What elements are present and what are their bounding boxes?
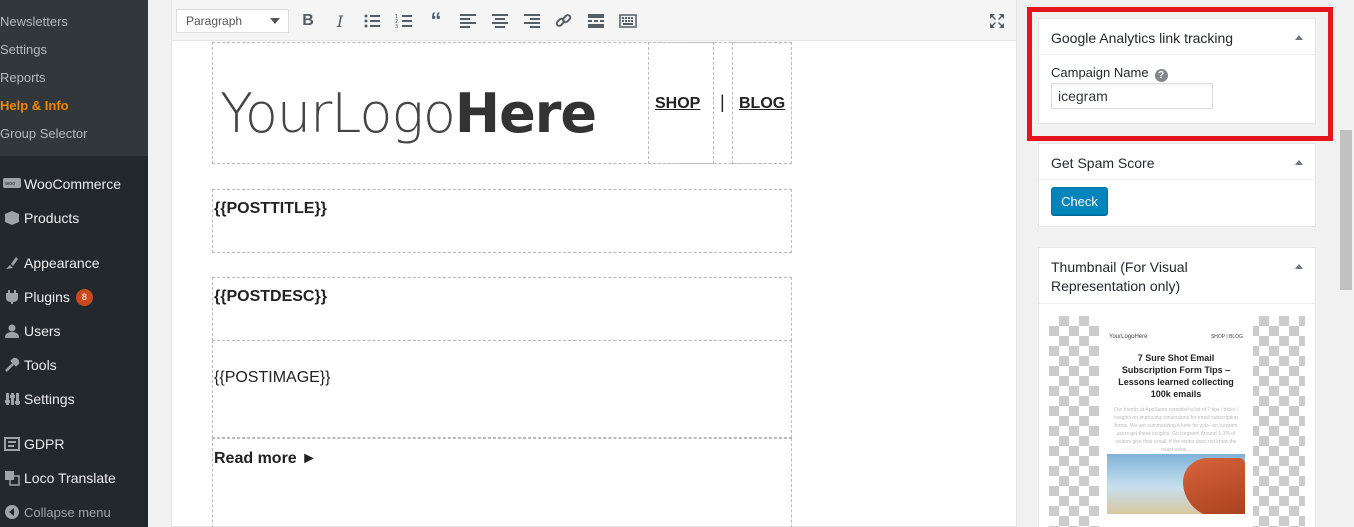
- align-left-button[interactable]: [457, 10, 479, 32]
- post-image-block: [212, 340, 792, 438]
- menu-item-label: Users: [24, 323, 61, 339]
- submenu-item-help-info[interactable]: Help & Info: [0, 98, 69, 113]
- thumbnail-metabox-title: Thumbnail (For Visual Representation only…: [1051, 259, 1188, 294]
- highlight-box: [1027, 7, 1333, 141]
- menu-item-tools[interactable]: Tools: [0, 350, 148, 380]
- nav-link-shop[interactable]: SHOP: [655, 95, 700, 113]
- menu-item-label: GDPR: [24, 436, 65, 452]
- menu-item-label: Plugins: [24, 289, 70, 305]
- post-desc-placeholder: {{POSTDESC}}: [214, 288, 327, 305]
- spam-score-metabox-header[interactable]: Get Spam Score: [1039, 144, 1315, 180]
- admin-sidebar: Newsletters Settings Reports Help & Info…: [0, 0, 148, 527]
- nav-separator: |: [720, 92, 725, 112]
- plugins-icon: [2, 288, 22, 306]
- read-more-link[interactable]: Read more ►: [214, 450, 317, 468]
- toolbar-toggle-button[interactable]: [617, 10, 639, 32]
- collapse-menu-label: Collapse menu: [24, 504, 111, 520]
- thumbnail-preview: YourLogoHere SHOP | BLOG 7 Sure Shot Ema…: [1049, 316, 1305, 527]
- italic-icon: I: [336, 11, 344, 31]
- thumbnail-title: 7 Sure Shot Email Subscription Form Tips…: [1118, 353, 1234, 399]
- numbered-list-button[interactable]: 123: [393, 10, 415, 32]
- thumbnail-page: YourLogoHere SHOP | BLOG 7 Sure Shot Ema…: [1099, 316, 1253, 527]
- menu-item-label: Loco Translate: [24, 470, 116, 486]
- settings-icon: [2, 390, 22, 408]
- keyboard-icon: [619, 14, 637, 28]
- link-icon: [555, 14, 572, 27]
- fullscreen-button[interactable]: [986, 10, 1008, 32]
- align-center-icon: [492, 14, 508, 28]
- logo: YourLogoHere: [220, 82, 597, 145]
- menu-item-woocommerce[interactable]: woo WooCommerce: [0, 169, 148, 199]
- align-center-button[interactable]: [489, 10, 511, 32]
- menu-item-label: WooCommerce: [24, 176, 121, 192]
- collapse-icon: [2, 503, 22, 521]
- submenu-item-group-selector[interactable]: Group Selector: [0, 126, 87, 141]
- bullet-list-icon: [364, 14, 380, 28]
- submenu-item-newsletters[interactable]: Newsletters: [0, 14, 68, 29]
- svg-text:woo: woo: [5, 181, 15, 187]
- menu-item-label: Tools: [24, 357, 57, 373]
- numbered-list-icon: 123: [395, 14, 412, 30]
- submenu-item-reports[interactable]: Reports: [0, 70, 46, 85]
- align-right-icon: [524, 14, 540, 28]
- menu-item-loco-translate[interactable]: Loco Translate: [0, 463, 148, 493]
- blockquote-button[interactable]: “: [425, 8, 447, 33]
- menu-item-users[interactable]: Users: [0, 316, 148, 346]
- products-icon: [2, 209, 22, 227]
- read-more-icon: [588, 14, 604, 28]
- post-desc-block: [212, 277, 792, 341]
- align-right-button[interactable]: [521, 10, 543, 32]
- check-spam-button[interactable]: Check: [1051, 187, 1108, 215]
- thumbnail-nav: SHOP | BLOG: [1210, 334, 1243, 340]
- post-title-block: [212, 189, 792, 253]
- editor-panel: Paragraph B I 123 “ YourLogoHere SHOP | …: [171, 0, 1017, 527]
- plugins-update-badge: 8: [75, 288, 93, 306]
- editor-toolbar: Paragraph B I 123 “: [172, 0, 1016, 41]
- svg-text:3: 3: [395, 24, 398, 30]
- bold-button[interactable]: B: [297, 10, 319, 32]
- insert-link-button[interactable]: [553, 10, 575, 32]
- thumbnail-body: Our friends at AppSumo compiled a list o…: [1114, 407, 1238, 453]
- newsletter-template-content[interactable]: YourLogoHere SHOP | BLOG {{POSTTITLE}} {…: [212, 42, 792, 527]
- quote-icon: “: [430, 8, 442, 33]
- menu-item-gdpr[interactable]: GDPR: [0, 429, 148, 459]
- bold-icon: B: [302, 12, 314, 29]
- menu-item-plugins[interactable]: Plugins 8: [0, 282, 148, 312]
- collapse-arrow-icon[interactable]: [1295, 264, 1303, 269]
- thumbnail-metabox: Thumbnail (For Visual Representation only…: [1038, 247, 1316, 527]
- menu-item-label: Appearance: [24, 255, 100, 271]
- collapse-menu-button[interactable]: Collapse menu: [0, 497, 148, 527]
- spam-score-metabox-title: Get Spam Score: [1051, 155, 1155, 171]
- scrollbar-thumb[interactable]: [1340, 130, 1352, 290]
- collapse-arrow-icon[interactable]: [1295, 160, 1303, 165]
- post-title-placeholder: {{POSTTITLE}}: [214, 200, 327, 217]
- appearance-icon: [2, 254, 22, 272]
- italic-button[interactable]: I: [329, 10, 351, 32]
- woocommerce-icon: woo: [2, 175, 22, 193]
- align-left-icon: [460, 14, 476, 28]
- bullet-list-button[interactable]: [361, 10, 383, 32]
- tools-icon: [2, 356, 22, 374]
- fullscreen-icon: [990, 14, 1004, 28]
- post-image-placeholder: {{POSTIMAGE}}: [214, 369, 331, 386]
- users-icon: [2, 322, 22, 340]
- menu-item-settings[interactable]: Settings: [0, 384, 148, 414]
- thumbnail-image: [1107, 454, 1245, 514]
- menu-item-label: Settings: [24, 391, 75, 407]
- format-select-value: Paragraph: [186, 14, 243, 28]
- gdpr-icon: [2, 435, 22, 453]
- submenu-item-settings[interactable]: Settings: [0, 42, 47, 57]
- menu-item-appearance[interactable]: Appearance: [0, 248, 148, 278]
- format-select[interactable]: Paragraph: [176, 9, 289, 33]
- spam-score-metabox: Get Spam Score Check: [1038, 143, 1316, 227]
- loco-translate-icon: [2, 469, 22, 487]
- menu-item-products[interactable]: Products: [0, 203, 148, 233]
- chevron-down-icon: [270, 18, 280, 24]
- thumbnail-metabox-header[interactable]: Thumbnail (For Visual Representation only…: [1039, 248, 1315, 304]
- menu-item-label: Products: [24, 210, 80, 226]
- nav-link-blog[interactable]: BLOG: [739, 95, 785, 113]
- read-more-tag-button[interactable]: [585, 10, 607, 32]
- thumbnail-logo: YourLogoHere: [1109, 334, 1148, 340]
